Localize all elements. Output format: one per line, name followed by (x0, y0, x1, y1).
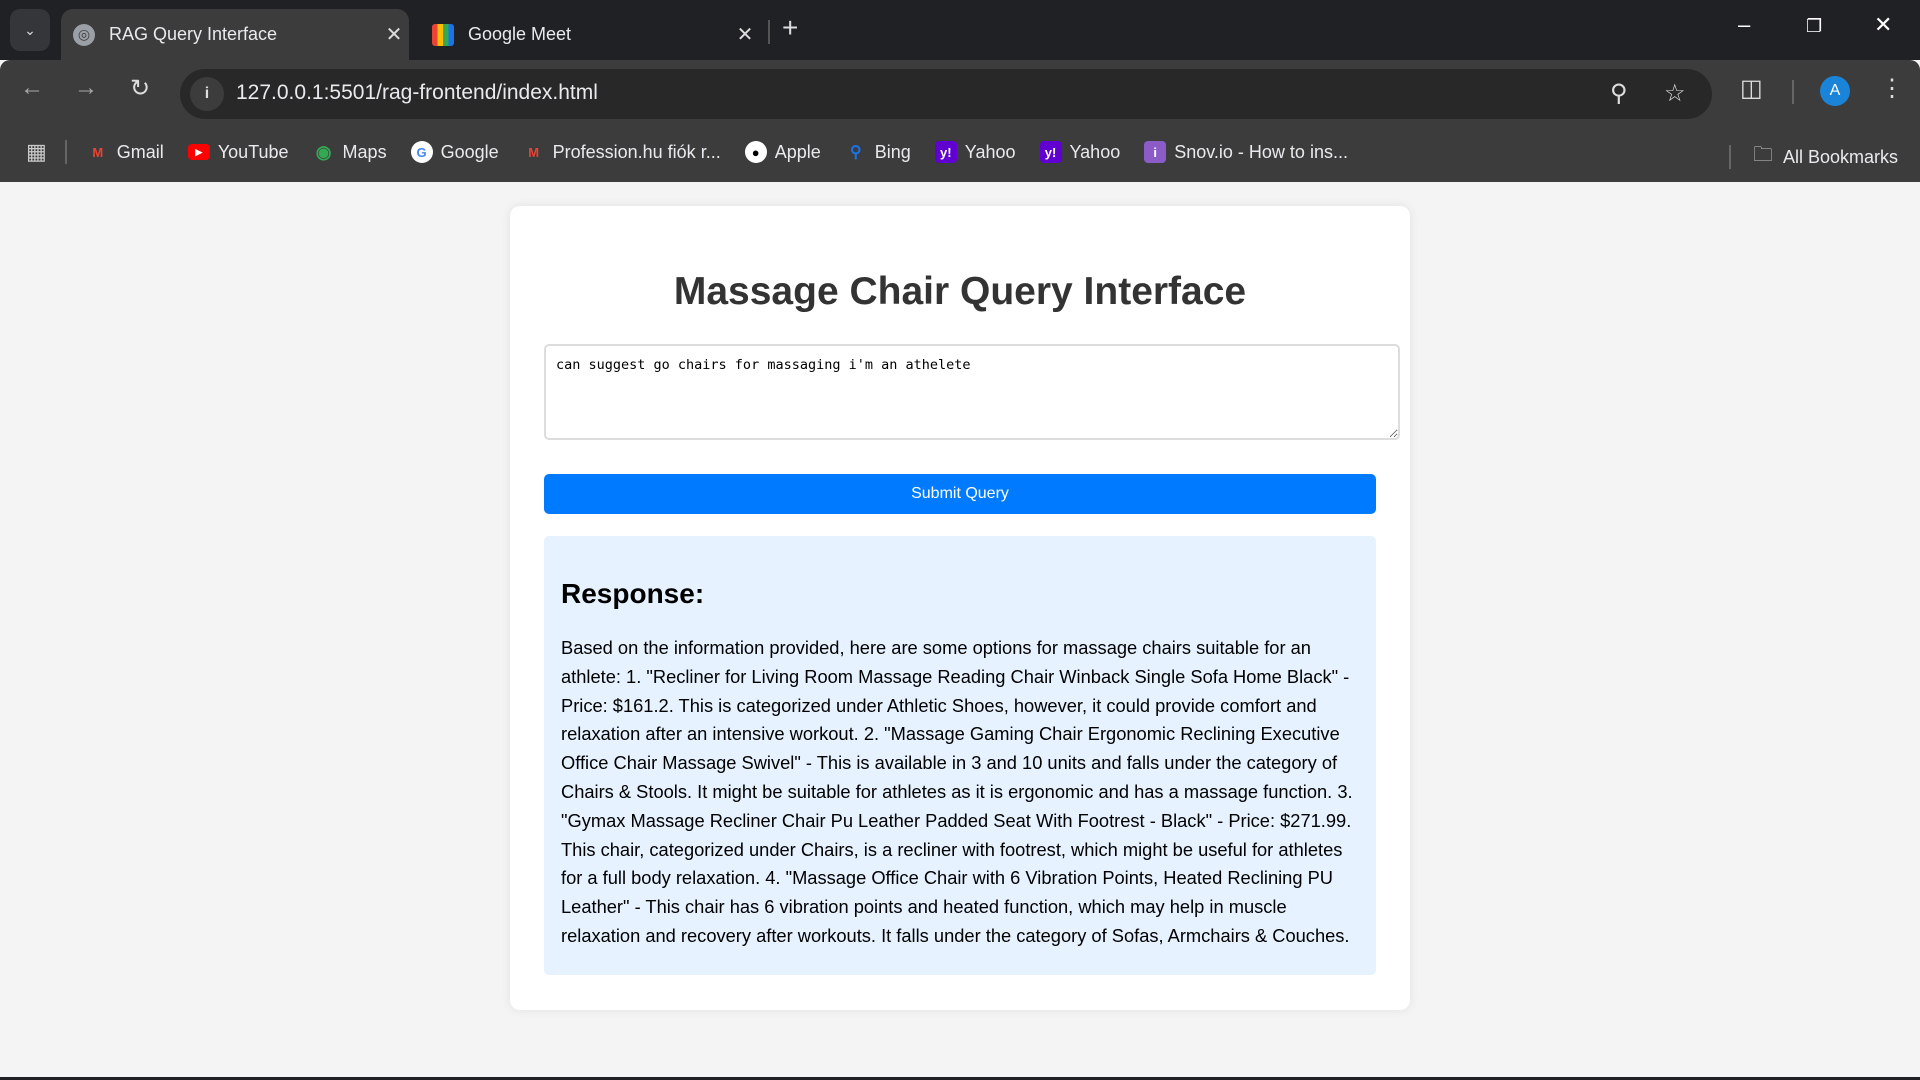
snovio-icon: i (1144, 141, 1167, 163)
close-tab-icon[interactable]: ✕ (730, 22, 760, 47)
bookmark-bing[interactable]: ⚲ Bing (845, 141, 911, 163)
bookmark-gmail[interactable]: M Gmail (87, 141, 164, 163)
minimize-icon[interactable]: – (1738, 12, 1750, 38)
bookmark-label: Maps (342, 141, 387, 162)
gmail-icon: M (92, 144, 104, 160)
bookmark-label: Yahoo (964, 141, 1016, 162)
response-panel: Response: Based on the information provi… (544, 536, 1376, 975)
toolbar-divider (1792, 80, 1794, 104)
site-info-icon[interactable]: i (190, 77, 224, 111)
folder-icon: 🗀 (1752, 144, 1773, 166)
bookmark-apple[interactable]: ● Apple (744, 141, 821, 163)
apps-grid-icon[interactable]: ▦ (26, 139, 47, 165)
bookmark-label: Snov.io - How to ins... (1174, 141, 1348, 162)
url-text[interactable]: 127.0.0.1:5501/rag-frontend/index.html (236, 81, 598, 105)
tab-google-meet[interactable]: Google Meet ✕ (420, 9, 760, 60)
bookmark-snovio[interactable]: i Snov.io - How to ins... (1144, 141, 1348, 163)
query-card: Massage Chair Query Interface can sugges… (510, 206, 1410, 1010)
tab-bar: ⌄ ◎ RAG Query Interface ✕ Google Meet ✕ … (0, 0, 1920, 60)
bookmark-label: Apple (774, 141, 821, 162)
extensions-puzzle-icon[interactable]: ◫ (1740, 74, 1763, 103)
bookmarks-divider (1728, 145, 1731, 169)
bookmark-google[interactable]: G Google (410, 141, 499, 163)
profile-avatar[interactable]: A (1820, 76, 1850, 106)
tab-title: Google Meet (468, 24, 572, 44)
search-icon: ⚲ (849, 144, 862, 161)
tab-divider (768, 20, 770, 44)
address-bar[interactable]: i 127.0.0.1:5501/rag-frontend/index.html… (180, 69, 1712, 119)
all-bookmarks-label: All Bookmarks (1782, 146, 1898, 167)
submit-query-button[interactable]: Submit Query (544, 474, 1376, 514)
youtube-icon: ▶ (187, 144, 210, 160)
close-tab-icon[interactable]: ✕ (379, 22, 409, 47)
tab-rag-query-interface[interactable]: ◎ RAG Query Interface ✕ (61, 9, 409, 60)
bookmark-star-icon[interactable]: ☆ (1664, 79, 1686, 108)
menu-kebab-icon[interactable]: ⋮ (1880, 74, 1904, 103)
zoom-magnifier-icon[interactable]: ⚲ (1610, 79, 1628, 108)
maps-icon: ◉ (315, 141, 332, 162)
google-meet-icon (432, 23, 454, 46)
bookmark-label: Gmail (116, 141, 164, 162)
apple-icon: ● (744, 141, 767, 163)
tab-title: RAG Query Interface (109, 24, 278, 44)
tab-search-chevron-down-icon[interactable]: ⌄ (10, 9, 50, 51)
bookmark-yahoo[interactable]: y! Yahoo (1039, 141, 1121, 163)
yahoo-icon: y! (1039, 141, 1062, 163)
bookmark-label: Yahoo (1069, 141, 1121, 162)
bookmarks-bar: ▦ M Gmail ▶ YouTube ◉ Maps G Google M Profess… (0, 122, 1920, 182)
bookmark-youtube[interactable]: ▶ YouTube (187, 141, 289, 163)
browser-toolbar: ← → ↻ i 127.0.0.1:5501/rag-frontend/inde… (0, 60, 1920, 122)
page-title: Massage Chair Query Interface (673, 270, 1247, 313)
all-bookmarks[interactable]: 🗀 All Bookmarks (1728, 140, 1898, 174)
yahoo-icon: y! (934, 141, 957, 163)
new-tab-plus-icon[interactable]: + (782, 12, 798, 44)
bookmark-label: Profession.hu fiók r... (552, 141, 721, 162)
restore-icon[interactable]: ❐ (1806, 16, 1822, 37)
bookmark-profession[interactable]: M Profession.hu fiók r... (523, 141, 721, 163)
bookmark-label: Bing (874, 141, 911, 162)
bookmark-yahoo[interactable]: y! Yahoo (934, 141, 1016, 163)
bookmark-maps[interactable]: ◉ Maps (313, 141, 387, 163)
query-input[interactable]: can suggest go chairs for massaging i'm … (544, 344, 1400, 440)
google-icon: G (410, 141, 433, 163)
back-arrow-icon[interactable]: ← (20, 74, 44, 102)
gmail-icon: M (528, 144, 540, 160)
globe-icon: ◎ (73, 23, 95, 46)
response-text: Based on the information provided, here … (561, 637, 1353, 946)
bookmark-label: Google (440, 141, 499, 162)
close-window-icon[interactable]: ✕ (1874, 12, 1892, 38)
forward-arrow-icon[interactable]: → (74, 74, 98, 102)
bookmark-label: YouTube (217, 141, 289, 162)
reload-icon[interactable]: ↻ (130, 74, 150, 103)
bookmarks-divider (64, 140, 67, 164)
response-heading: Response: (561, 578, 705, 609)
